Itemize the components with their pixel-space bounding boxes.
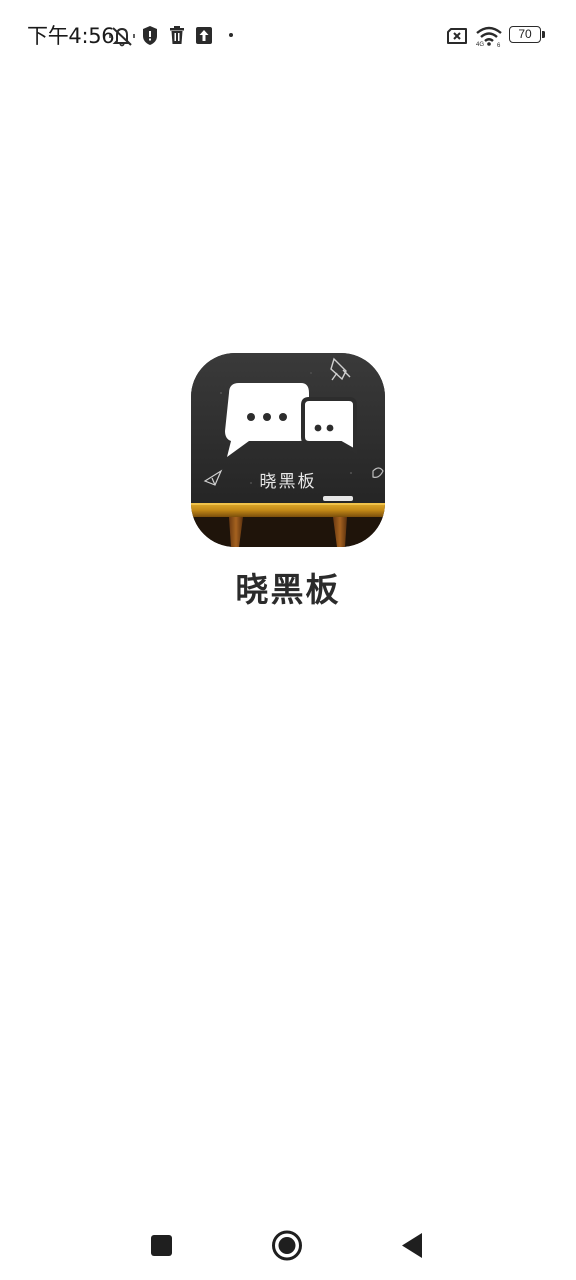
app-logo: 晓黑板 — [191, 353, 385, 547]
back-button[interactable] — [389, 1222, 437, 1270]
shield-icon — [141, 24, 159, 48]
back-triangle-icon — [402, 1233, 422, 1258]
svg-text:4G: 4G — [476, 42, 484, 48]
logo-text: 晓黑板 — [260, 472, 317, 492]
square-icon — [151, 1235, 172, 1256]
svg-text:6: 6 — [497, 43, 501, 48]
status-time: 下午4:56 — [27, 24, 115, 48]
home-button[interactable] — [263, 1222, 311, 1270]
recents-button[interactable] — [137, 1222, 185, 1270]
status-bar: 下午4:56 4G 6 70 — [0, 0, 576, 72]
notifications-muted-icon — [109, 24, 135, 48]
wifi-icon: 4G 6 — [475, 24, 503, 48]
dot-icon — [226, 24, 236, 48]
upload-icon — [195, 24, 213, 48]
trash-icon — [168, 24, 186, 48]
no-sim-icon — [445, 24, 469, 48]
app-name: 晓黑板 — [235, 570, 341, 609]
battery-level: 70 — [518, 27, 532, 41]
battery-icon: 70 — [509, 26, 541, 43]
battery-tip — [542, 31, 545, 38]
